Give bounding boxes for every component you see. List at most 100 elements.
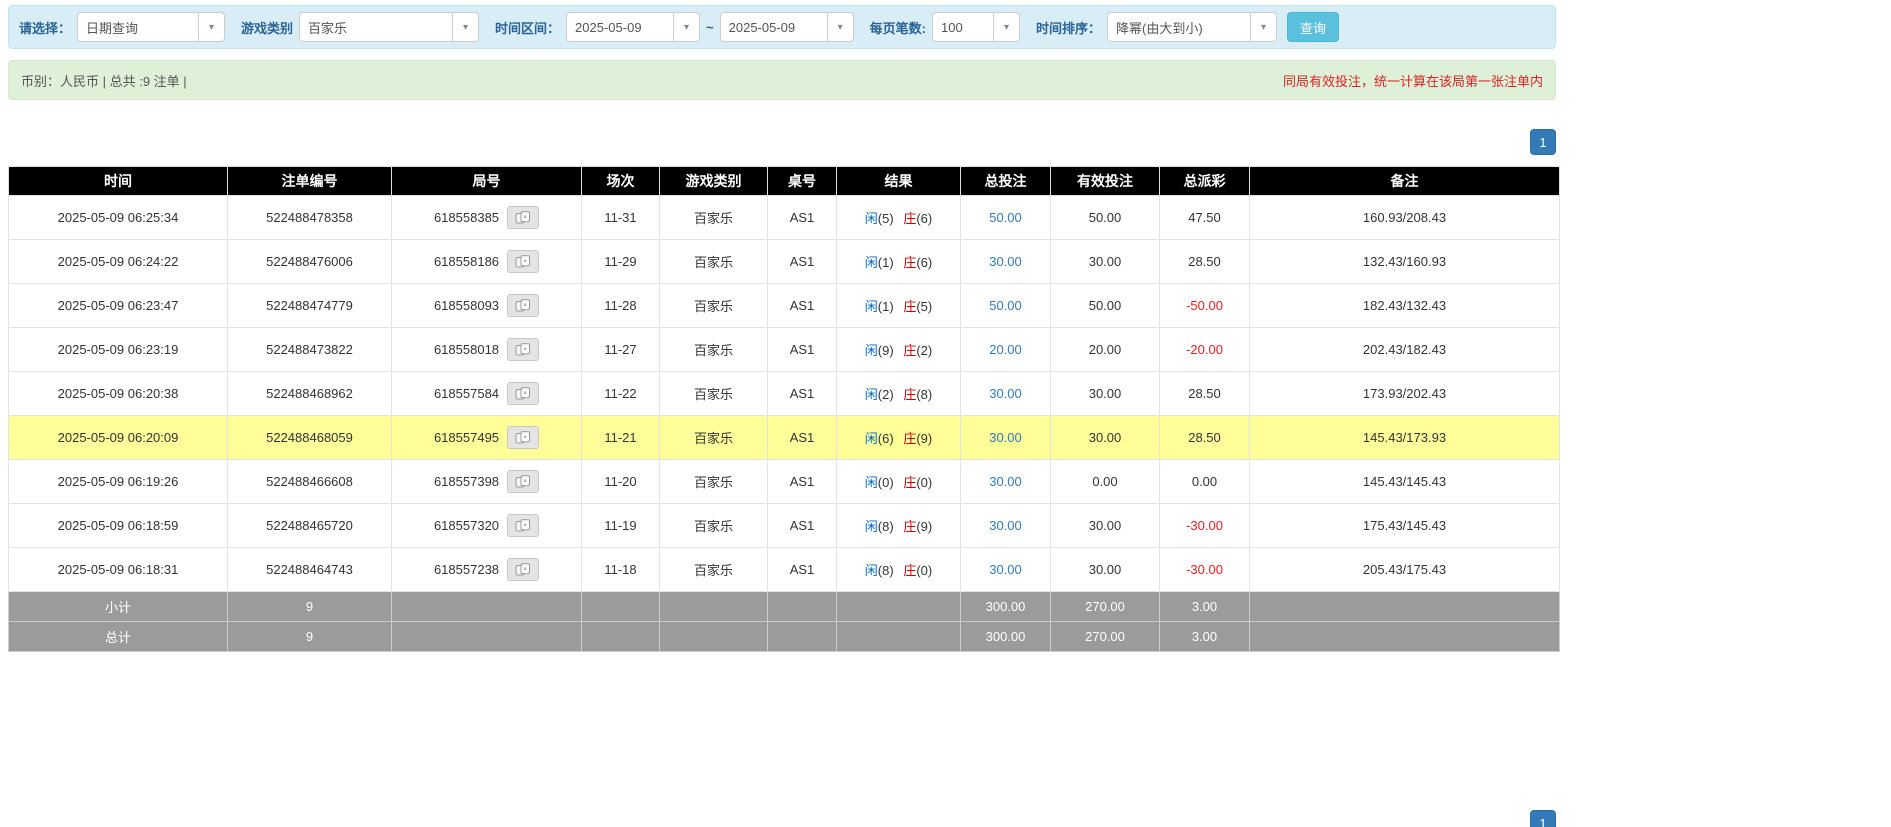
total-bet-link[interactable]: 30.00 xyxy=(961,548,1051,592)
banker-result-label: 庄 xyxy=(903,475,916,490)
result-cell: 闲(1) 庄(5) xyxy=(837,284,961,328)
table-row: 2025-05-09 06:23:47 522488474779 6185580… xyxy=(9,284,1560,328)
result-cell: 闲(2) 庄(8) xyxy=(837,372,961,416)
round-result-icon-button[interactable] xyxy=(507,250,539,273)
total-bet-link[interactable]: 50.00 xyxy=(961,284,1051,328)
total-valid-bet: 270.00 xyxy=(1051,622,1160,652)
valid-bet-cell: 30.00 xyxy=(1051,240,1160,284)
player-result-label: 闲 xyxy=(865,563,878,578)
player-result-label: 闲 xyxy=(865,299,878,314)
round-id: 618558385 xyxy=(434,210,499,225)
round-result-icon-button[interactable] xyxy=(507,470,539,493)
valid-bet-cell: 50.00 xyxy=(1051,196,1160,240)
pagination-top: 1 xyxy=(8,129,1556,155)
note-cell: 175.43/145.43 xyxy=(1250,504,1560,548)
banker-result-label: 庄 xyxy=(903,211,916,226)
total-bet-link[interactable]: 20.00 xyxy=(961,328,1051,372)
game-type-select[interactable]: 百家乐 ▾ xyxy=(299,12,479,42)
banker-result-score: (0) xyxy=(916,563,932,578)
table-no-cell: AS1 xyxy=(768,240,837,284)
records-table: 时间注单编号局号场次游戏类别桌号结果总投注有效投注总派彩备注 2025-05-0… xyxy=(8,166,1560,652)
chevron-down-icon: ▾ xyxy=(673,13,699,41)
round-result-icon-button[interactable] xyxy=(507,206,539,229)
table-no-cell: AS1 xyxy=(768,460,837,504)
table-row: 2025-05-09 06:18:31 522488464743 6185572… xyxy=(9,548,1560,592)
sort-value: 降幂(由大到小) xyxy=(1108,18,1211,37)
chevron-down-icon: ▾ xyxy=(452,13,478,41)
session-cell: 11-31 xyxy=(582,196,660,240)
cards-icon xyxy=(515,255,531,268)
subtotal-count: 9 xyxy=(228,592,392,622)
query-type-value: 日期查询 xyxy=(78,18,146,37)
total-bet-link[interactable]: 30.00 xyxy=(961,504,1051,548)
session-cell: 11-29 xyxy=(582,240,660,284)
round-result-icon-button[interactable] xyxy=(507,426,539,449)
subtotal-valid-bet: 270.00 xyxy=(1051,592,1160,622)
total-bet-link[interactable]: 30.00 xyxy=(961,460,1051,504)
result-cell: 闲(0) 庄(0) xyxy=(837,460,961,504)
round-id: 618558093 xyxy=(434,298,499,313)
player-result-score: (8) xyxy=(878,563,894,578)
total-bet-link[interactable]: 30.00 xyxy=(961,416,1051,460)
cards-icon xyxy=(515,211,531,224)
round-id: 618557584 xyxy=(434,386,499,401)
player-result-score: (1) xyxy=(878,255,894,270)
result-cell: 闲(8) 庄(9) xyxy=(837,504,961,548)
bet-id-cell: 522488464743 xyxy=(228,548,392,592)
payout-cell: 47.50 xyxy=(1160,196,1250,240)
round-result-icon-button[interactable] xyxy=(507,514,539,537)
game-type-value: 百家乐 xyxy=(300,18,355,37)
game-type-cell: 百家乐 xyxy=(660,504,768,548)
game-type-cell: 百家乐 xyxy=(660,372,768,416)
result-cell: 闲(1) 庄(6) xyxy=(837,240,961,284)
valid-bet-cell: 20.00 xyxy=(1051,328,1160,372)
table-no-cell: AS1 xyxy=(768,328,837,372)
sort-select[interactable]: 降幂(由大到小) ▾ xyxy=(1107,12,1277,42)
column-header: 时间 xyxy=(9,167,228,196)
column-header: 结果 xyxy=(837,167,961,196)
page-button-1[interactable]: 1 xyxy=(1530,129,1556,155)
round-cell: 618558186 xyxy=(392,240,582,284)
page-size-label: 每页笔数: xyxy=(870,18,926,37)
banker-result-label: 庄 xyxy=(903,255,916,270)
table-row: 2025-05-09 06:19:26 522488466608 6185573… xyxy=(9,460,1560,504)
empty-cell xyxy=(660,592,768,622)
payout-cell: 28.50 xyxy=(1160,240,1250,284)
round-result-icon-button[interactable] xyxy=(507,382,539,405)
empty-cell xyxy=(768,592,837,622)
round-id: 618557398 xyxy=(434,474,499,489)
round-result-icon-button[interactable] xyxy=(507,558,539,581)
game-type-cell: 百家乐 xyxy=(660,284,768,328)
player-result-label: 闲 xyxy=(865,211,878,226)
empty-cell xyxy=(392,622,582,652)
round-result-icon-button[interactable] xyxy=(507,338,539,361)
banker-result-score: (0) xyxy=(916,475,932,490)
total-bet-link[interactable]: 30.00 xyxy=(961,372,1051,416)
date-from-select[interactable]: 2025-05-09 ▾ xyxy=(566,12,700,42)
bet-id-cell: 522488476006 xyxy=(228,240,392,284)
round-result-icon-button[interactable] xyxy=(507,294,539,317)
page-button-1-bottom[interactable]: 1 xyxy=(1530,810,1556,827)
page-size-select[interactable]: 100 ▾ xyxy=(932,12,1020,42)
payout-cell: -20.00 xyxy=(1160,328,1250,372)
cards-icon xyxy=(515,563,531,576)
round-id: 618557495 xyxy=(434,430,499,445)
banker-result-score: (6) xyxy=(916,255,932,270)
banker-result-label: 庄 xyxy=(903,563,916,578)
banker-result-score: (8) xyxy=(916,387,932,402)
search-button[interactable]: 查询 xyxy=(1287,12,1339,42)
game-type-cell: 百家乐 xyxy=(660,460,768,504)
player-result-score: (2) xyxy=(878,387,894,402)
game-type-cell: 百家乐 xyxy=(660,328,768,372)
payout-cell: -50.00 xyxy=(1160,284,1250,328)
note-cell: 145.43/145.43 xyxy=(1250,460,1560,504)
note-cell: 205.43/175.43 xyxy=(1250,548,1560,592)
note-cell: 173.93/202.43 xyxy=(1250,372,1560,416)
table-header-row: 时间注单编号局号场次游戏类别桌号结果总投注有效投注总派彩备注 xyxy=(9,167,1560,196)
player-result-label: 闲 xyxy=(865,431,878,446)
query-type-select[interactable]: 日期查询 ▾ xyxy=(77,12,225,42)
date-to-select[interactable]: 2025-05-09 ▾ xyxy=(720,12,854,42)
chevron-down-icon: ▾ xyxy=(1250,13,1276,41)
total-bet-link[interactable]: 50.00 xyxy=(961,196,1051,240)
total-bet-link[interactable]: 30.00 xyxy=(961,240,1051,284)
